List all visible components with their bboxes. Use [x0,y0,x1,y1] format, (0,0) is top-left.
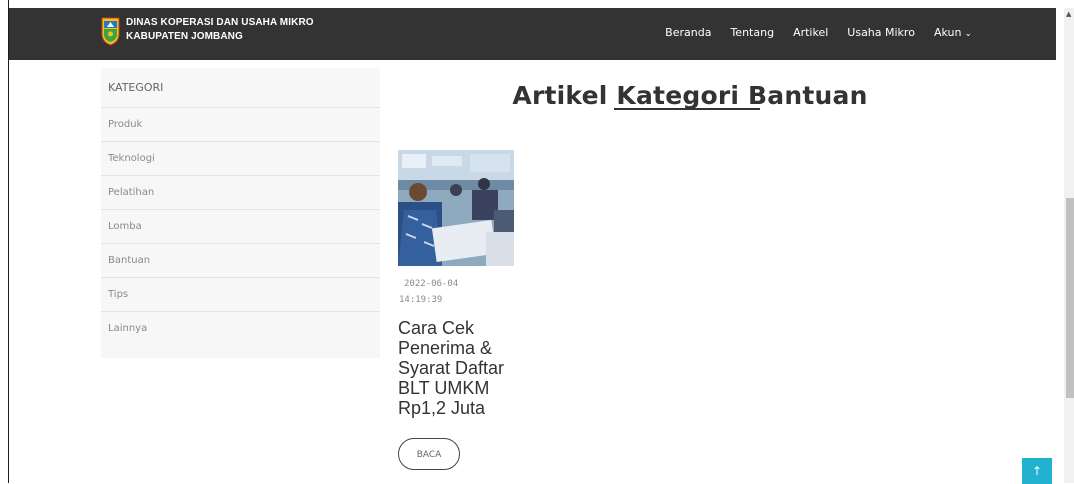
article-date: 2022-06-04 [404,279,459,289]
sidebar-item-lainnya[interactable]: Lainnya [101,312,380,345]
article-thumbnail[interactable] [398,150,514,266]
nav-artikel[interactable]: Artikel [793,25,828,42]
title-underline [614,108,760,110]
nav-beranda[interactable]: Beranda [665,25,711,42]
frame-top-edge [0,0,1074,8]
nav-usaha-mikro[interactable]: Usaha Mikro [847,25,915,42]
nav-akun-dropdown[interactable]: Akun ⌄ [934,25,972,42]
article-datetime: 2022-06-04 14:19:39 [398,276,509,308]
brand-text: DINAS KOPERASI DAN USAHA MIKRO KABUPATEN… [126,16,314,44]
sidebar-item-pelatihan[interactable]: Pelatihan [101,176,380,210]
brand-name-line1: DINAS KOPERASI DAN USAHA MIKRO [126,17,314,28]
jombang-crest-logo-icon [101,16,120,46]
scrollbar-thumb[interactable] [1066,198,1074,398]
sidebar-item-tips[interactable]: Tips [101,278,380,312]
sidebar-item-teknologi[interactable]: Teknologi [101,142,380,176]
chevron-down-icon: ⌄ [964,29,972,39]
arrow-up-icon: ↑ [1031,464,1043,478]
sidebar-title: KATEGORI [101,68,380,108]
article-time: 14:19:39 [399,295,443,305]
brand[interactable]: DINAS KOPERASI DAN USAHA MIKRO KABUPATEN… [101,16,314,46]
sidebar-item-produk[interactable]: Produk [101,108,380,142]
frame-left-edge [0,0,9,483]
brand-name-line2: KABUPATEN JOMBANG [126,31,243,42]
sidebar-item-bantuan[interactable]: Bantuan [101,244,380,278]
page-title: Artikel Kategori Bantuan [512,80,868,110]
read-article-button[interactable]: BACA [398,438,460,470]
navbar: DINAS KOPERASI DAN USAHA MIKRO KABUPATEN… [9,8,1056,60]
nav-tentang[interactable]: Tentang [730,25,774,42]
article-title[interactable]: Cara Cek Penerima & Syarat Daftar BLT UM… [398,318,518,418]
browser-viewport: DINAS KOPERASI DAN USAHA MIKRO KABUPATEN… [0,0,1074,484]
scroll-up-arrow-icon[interactable]: ▲ [1066,10,1071,18]
nav-akun-label: Akun [933,26,962,39]
back-to-top-button[interactable]: ↑ [1022,458,1052,484]
sidebar-item-lomba[interactable]: Lomba [101,210,380,244]
main-nav: Beranda Tentang Artikel Usaha Mikro Akun… [646,25,972,42]
article-card: 2022-06-04 14:19:39 Cara Cek Penerima & … [398,150,518,418]
category-sidebar: KATEGORI Produk Teknologi Pelatihan Lomb… [101,68,380,358]
